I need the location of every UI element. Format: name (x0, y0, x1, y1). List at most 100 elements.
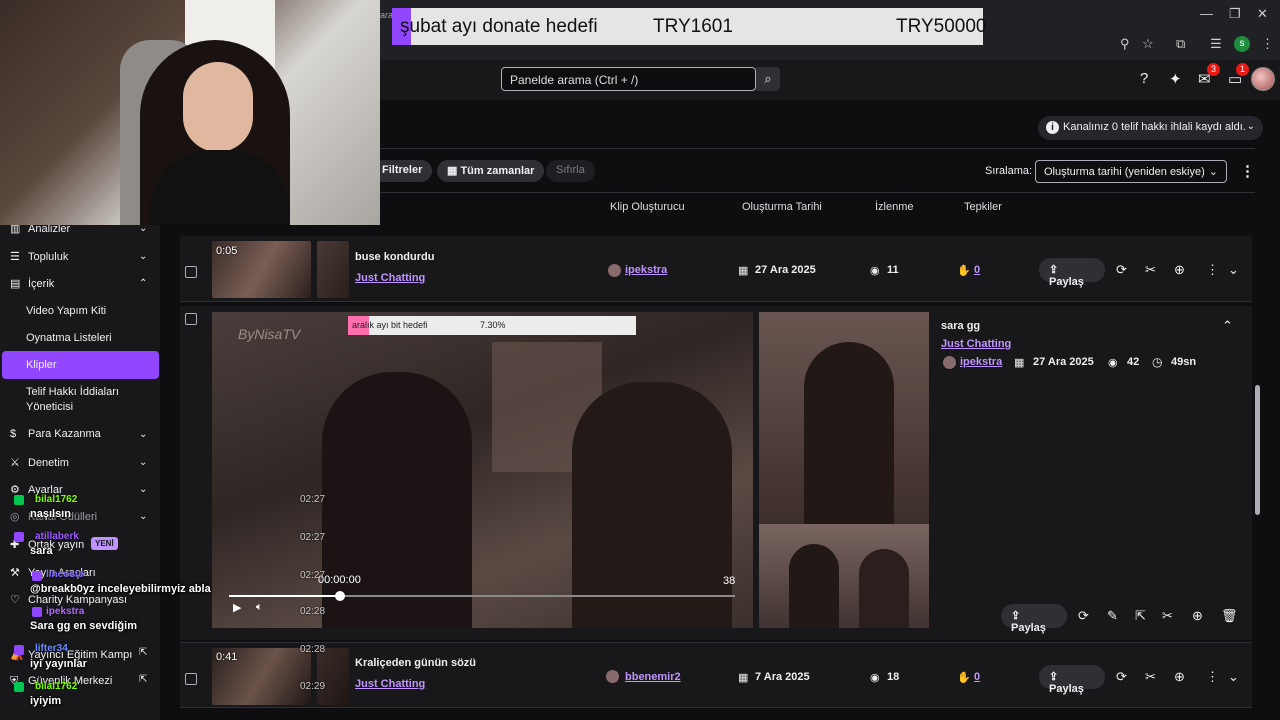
row-checkbox[interactable] (185, 313, 197, 325)
scissors-icon[interactable]: ✂ (1162, 608, 1173, 624)
trash-icon[interactable]: 🗑︎ (1221, 608, 1238, 624)
extensions-icon[interactable]: ⧉ (1176, 36, 1185, 52)
bookmark-star-icon[interactable]: ☆ (1142, 36, 1154, 52)
chevron-down-icon[interactable]: ⌄ (139, 457, 147, 468)
reward-icon: ◎ (10, 511, 20, 523)
chat-timestamp: 02:27 (300, 532, 326, 543)
browser-menu-icon[interactable]: ⋮ (1261, 36, 1274, 52)
volume-icon[interactable]: 🔈︎ (256, 601, 263, 614)
row-checkbox[interactable] (185, 266, 197, 278)
donation-goal-current: TRY1601 (653, 16, 733, 37)
inbox-badge: 3 (1207, 63, 1220, 76)
clip-creator-link[interactable]: bbenemir2 (625, 671, 681, 683)
notifications-badge: 1 (1236, 63, 1249, 76)
share-icon: ⇪ (1011, 610, 1021, 622)
edit-pen-icon[interactable]: ✎ (1107, 608, 1118, 624)
eye-icon: ◉ (870, 265, 880, 277)
search-input[interactable]: Panelde arama (Ctrl + /) (501, 67, 756, 91)
preview-subject (804, 342, 894, 524)
column-created-date[interactable]: Oluşturma Tarihi (742, 201, 822, 213)
profile-avatar[interactable]: s (1234, 36, 1250, 52)
chevron-up-icon[interactable]: ⌃ (139, 278, 147, 289)
page-scrollbar[interactable] (1255, 385, 1260, 515)
chevron-down-icon[interactable]: ⌄ (139, 251, 147, 262)
add-circle-icon[interactable]: ⊕ (1192, 608, 1203, 624)
sidebar-item-monetization[interactable]: $ Para Kazanma (10, 428, 101, 440)
clip-category-link[interactable]: Just Chatting (355, 272, 425, 284)
chevron-down-icon[interactable]: ⌄ (139, 484, 147, 495)
chevron-down-icon[interactable]: ⌄ (139, 429, 147, 440)
creator-avatar (943, 356, 956, 369)
sync-icon[interactable]: ⟳ (1078, 608, 1089, 624)
chevron-down-icon[interactable]: ⌄ (1228, 262, 1239, 278)
maximize-icon[interactable]: ❐ (1229, 6, 1241, 22)
zoom-icon[interactable]: ⚲ (1120, 36, 1130, 52)
chevron-down-icon[interactable]: ⌄ (1228, 669, 1239, 685)
clip-likes[interactable]: 0 (974, 671, 980, 683)
scissors-icon[interactable]: ✂ (1145, 669, 1156, 685)
user-avatar[interactable] (1251, 67, 1275, 91)
copyright-status-badge[interactable]: i Kanalınız 0 telif hakkı ihlali kaydı al… (1038, 116, 1263, 140)
clip-likes[interactable]: 0 (974, 264, 980, 276)
sort-select[interactable]: Oluşturma tarihi (yeniden eskiye) ⌄ (1035, 160, 1227, 183)
sidebar-item-video-kit[interactable]: Video Yapım Kiti (26, 305, 106, 317)
external-link-icon[interactable]: ⇱ (139, 647, 147, 658)
clip-duration: 0:41 (216, 651, 238, 663)
clip-category-link[interactable]: Just Chatting (355, 678, 425, 690)
copyright-status-text: Kanalınız 0 telif hakkı ihlali kaydı ald… (1063, 121, 1246, 133)
sort-label: Sıralama: (985, 165, 1033, 177)
new-badge: YENİ (91, 537, 118, 550)
search-icon[interactable]: ⌕ (756, 67, 780, 91)
more-options-icon[interactable]: ⋮ (1206, 262, 1219, 278)
chat-username: atillaberk (35, 531, 79, 542)
chevron-up-icon[interactable]: ⌃ (1222, 318, 1233, 334)
scissors-icon[interactable]: ✂ (1145, 262, 1156, 278)
share-button[interactable]: ⇪ Paylaş (1001, 604, 1067, 634)
sync-icon[interactable]: ⟳ (1116, 262, 1127, 278)
row-checkbox[interactable] (185, 673, 197, 685)
time-range-button[interactable]: ▦ Tüm zamanlar (437, 160, 545, 182)
clock-icon: ◷ (1152, 355, 1163, 369)
more-options-icon[interactable]: ⋮ (1240, 162, 1255, 180)
column-views[interactable]: İzlenme (875, 201, 914, 213)
column-reactions[interactable]: Tepkiler (964, 201, 1002, 213)
clip-duration: 0:05 (216, 245, 238, 257)
more-options-icon[interactable]: ⋮ (1206, 669, 1219, 685)
filters-button[interactable]: Filtreler (372, 160, 433, 182)
reset-button[interactable]: Sıfırla (546, 160, 595, 182)
chat-timestamp: 02:27 (300, 494, 326, 505)
charity-icon: ♡ (10, 594, 20, 606)
clip-creator-link[interactable]: ipekstra (625, 264, 667, 276)
column-creator[interactable]: Klip Oluşturucu (610, 201, 685, 213)
share-button[interactable]: ⇪ Paylaş (1039, 258, 1105, 288)
chat-timestamp: 02:27 (300, 570, 326, 581)
donation-goal-target: TRY50000 (896, 16, 987, 37)
eye-icon: ◉ (1108, 357, 1118, 369)
reading-list-icon[interactable]: ☰ (1210, 36, 1222, 52)
minimize-icon[interactable]: — (1200, 6, 1213, 21)
close-icon[interactable]: ✕ (1257, 6, 1268, 22)
external-link-icon[interactable]: ⇱ (1135, 608, 1146, 624)
chevron-down-icon[interactable]: ⌄ (139, 511, 147, 522)
sidebar-item-playlists[interactable]: Oynatma Listeleri (26, 332, 112, 344)
sparkle-icon[interactable]: ✦ (1169, 70, 1182, 88)
sync-icon[interactable]: ⟳ (1116, 669, 1127, 685)
share-button[interactable]: ⇪ Paylaş (1039, 665, 1105, 695)
clip-video-player[interactable]: ByNisaTV (212, 312, 753, 628)
info-icon: i (1046, 121, 1059, 134)
creator-avatar (606, 670, 619, 683)
play-icon[interactable]: ▶ (233, 601, 241, 614)
sidebar-item-clips[interactable]: Klipler (26, 359, 57, 371)
add-circle-icon[interactable]: ⊕ (1174, 669, 1185, 685)
external-link-icon[interactable]: ⇱ (139, 674, 147, 685)
clip-creator-link[interactable]: ipekstra (960, 356, 1002, 368)
clip-category-link[interactable]: Just Chatting (941, 338, 1011, 350)
sidebar-item-content[interactable]: ▤ İçerik (10, 277, 54, 290)
add-circle-icon[interactable]: ⊕ (1174, 262, 1185, 278)
sidebar-item-community[interactable]: ☰ Topluluk (10, 250, 68, 263)
creator-avatar (608, 264, 621, 277)
calendar-icon: ▦ (1014, 357, 1025, 369)
help-icon[interactable]: ? (1140, 70, 1148, 87)
sidebar-item-copyright-claims[interactable]: Telif Hakkı İddiaları Yöneticisi (26, 385, 136, 415)
sidebar-item-moderation[interactable]: ⚔ Denetim (10, 456, 69, 469)
